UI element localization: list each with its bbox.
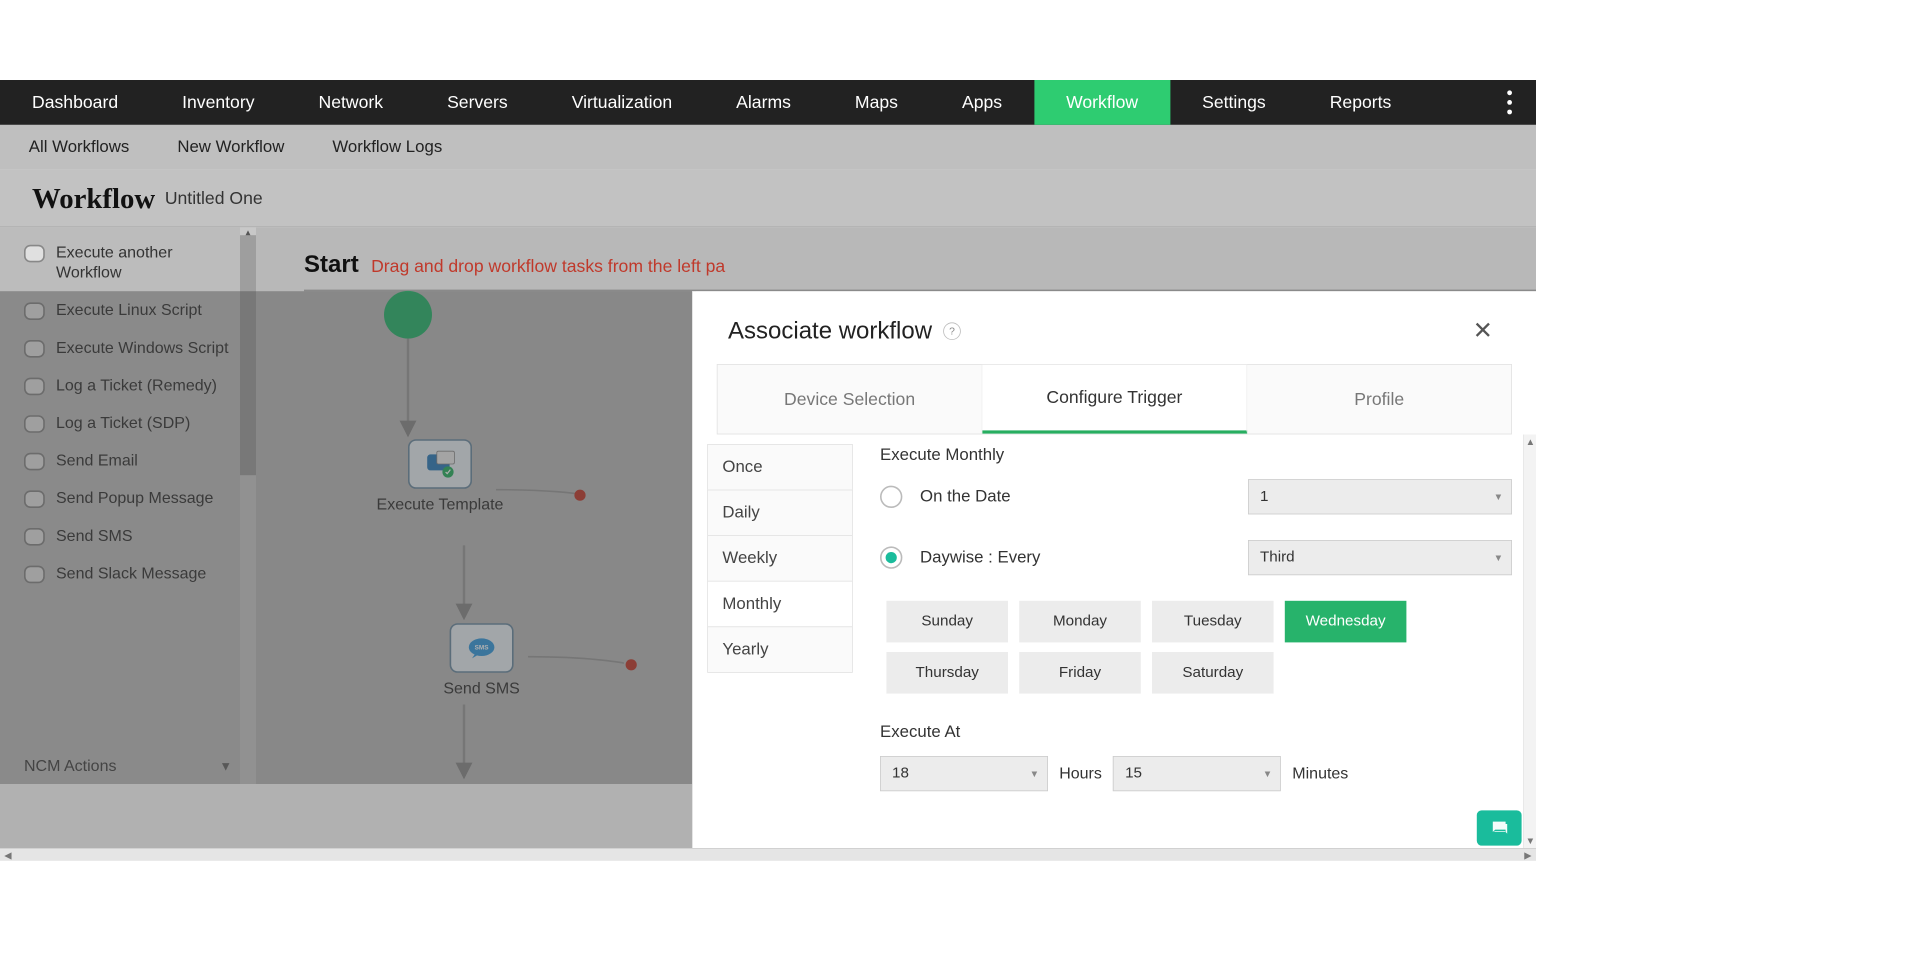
canvas-hint: Drag and drop workflow tasks from the le… [371, 256, 725, 276]
minutes-unit: Minutes [1292, 764, 1348, 782]
action-send-popup[interactable]: Send Popup Message [24, 489, 240, 509]
radio-daywise[interactable] [880, 546, 902, 568]
chat-fab[interactable] [1477, 810, 1522, 845]
chat-icon [1488, 818, 1510, 837]
svg-text:SMS: SMS [475, 645, 490, 652]
subnav-workflow-logs[interactable]: Workflow Logs [332, 138, 442, 157]
action-send-email[interactable]: Send Email [24, 451, 240, 471]
nav-servers[interactable]: Servers [415, 80, 540, 125]
nav-dashboard[interactable]: Dashboard [0, 80, 150, 125]
chevron-down-icon: ▼ [1494, 552, 1504, 563]
day-grid: Sunday Monday Tuesday Wednesday Thursday… [886, 601, 1512, 694]
node-execute-template[interactable]: Execute Template [376, 439, 504, 514]
action-execute-linux-script[interactable]: Execute Linux Script [24, 301, 240, 321]
action-send-slack[interactable]: Send Slack Message [24, 564, 240, 584]
action-execute-another-workflow[interactable]: Execute another Workflow [24, 243, 240, 283]
label-on-date: On the Date [920, 487, 1056, 506]
nav-workflow[interactable]: Workflow [1034, 80, 1170, 125]
frequency-list: Once Daily Weekly Monthly Yearly [693, 434, 853, 848]
actions-palette: Execute another Workflow Execute Linux S… [0, 227, 256, 784]
workflow-subnav: All Workflows New Workflow Workflow Logs [0, 125, 1536, 170]
nav-apps[interactable]: Apps [930, 80, 1034, 125]
freq-weekly[interactable]: Weekly [707, 535, 853, 581]
close-icon[interactable]: ✕ [1465, 314, 1501, 348]
freq-daily[interactable]: Daily [707, 490, 853, 536]
nav-reports[interactable]: Reports [1298, 80, 1424, 125]
subnav-all-workflows[interactable]: All Workflows [29, 138, 130, 157]
tab-profile[interactable]: Profile [1247, 365, 1511, 434]
palette-group-ncm[interactable]: NCM Actions▼ [24, 758, 232, 776]
freq-monthly[interactable]: Monthly [707, 581, 853, 627]
canvas-start-row: Start Drag and drop workflow tasks from … [304, 251, 725, 278]
node-handle[interactable] [574, 490, 585, 501]
node-send-sms[interactable]: SMS Send SMS [434, 623, 530, 698]
label-daywise: Daywise : Every [920, 548, 1080, 567]
nav-inventory[interactable]: Inventory [150, 80, 286, 125]
day-sunday[interactable]: Sunday [886, 601, 1008, 643]
nav-alarms[interactable]: Alarms [704, 80, 823, 125]
freq-yearly[interactable]: Yearly [707, 626, 853, 672]
chevron-down-icon: ▼ [1030, 768, 1040, 779]
action-execute-windows-script[interactable]: Execute Windows Script [24, 338, 240, 358]
execute-at-label: Execute At [880, 722, 1512, 741]
node-label: Execute Template [376, 495, 504, 514]
tab-device-selection[interactable]: Device Selection [718, 365, 983, 434]
page-header: Workflow Untitled One [0, 170, 1536, 228]
hours-unit: Hours [1059, 764, 1102, 782]
day-wednesday[interactable]: Wednesday [1285, 601, 1407, 643]
action-send-sms[interactable]: Send SMS [24, 526, 240, 546]
associate-workflow-panel: Associate workflow ? ✕ Device Selection … [692, 291, 1536, 848]
subnav-new-workflow[interactable]: New Workflow [177, 138, 284, 157]
start-label: Start [304, 251, 359, 277]
nav-maps[interactable]: Maps [823, 80, 930, 125]
nav-settings[interactable]: Settings [1170, 80, 1298, 125]
day-thursday[interactable]: Thursday [886, 652, 1008, 694]
freq-once[interactable]: Once [707, 444, 853, 490]
page-title: Workflow [32, 181, 155, 215]
palette-scrollbar[interactable]: ▲ [240, 227, 256, 784]
tab-configure-trigger[interactable]: Configure Trigger [982, 365, 1247, 434]
action-log-ticket-remedy[interactable]: Log a Ticket (Remedy) [24, 376, 240, 396]
chevron-down-icon: ▼ [1263, 768, 1273, 779]
day-friday[interactable]: Friday [1019, 652, 1141, 694]
day-monday[interactable]: Monday [1019, 601, 1141, 643]
nav-network[interactable]: Network [287, 80, 416, 125]
nav-virtualization[interactable]: Virtualization [540, 80, 704, 125]
node-label: Send SMS [434, 679, 530, 698]
page-subtitle: Untitled One [165, 188, 263, 209]
radio-on-date[interactable] [880, 486, 902, 508]
panel-scrollbar[interactable]: ▲▼ [1523, 434, 1536, 848]
select-ordinal[interactable]: Third▼ [1248, 540, 1512, 575]
panel-title: Associate workflow [728, 317, 932, 344]
horizontal-scrollbar[interactable]: ◀▶ [0, 848, 1536, 861]
help-icon[interactable]: ? [943, 322, 961, 340]
section-title: Execute Monthly [880, 446, 1512, 465]
main-nav: Dashboard Inventory Network Servers Virt… [0, 80, 1536, 125]
select-minutes[interactable]: 15▼ [1113, 756, 1281, 791]
more-menu-icon[interactable] [1491, 80, 1528, 125]
panel-tabs: Device Selection Configure Trigger Profi… [717, 364, 1512, 434]
chevron-down-icon: ▼ [1494, 491, 1504, 502]
node-handle[interactable] [626, 659, 637, 670]
day-tuesday[interactable]: Tuesday [1152, 601, 1274, 643]
chevron-down-icon: ▼ [219, 760, 232, 774]
trigger-config: Execute Monthly On the Date 1▼ Daywise :… [853, 434, 1536, 848]
day-saturday[interactable]: Saturday [1152, 652, 1274, 694]
select-date[interactable]: 1▼ [1248, 479, 1512, 514]
select-hours[interactable]: 18▼ [880, 756, 1048, 791]
action-log-ticket-sdp[interactable]: Log a Ticket (SDP) [24, 414, 240, 434]
